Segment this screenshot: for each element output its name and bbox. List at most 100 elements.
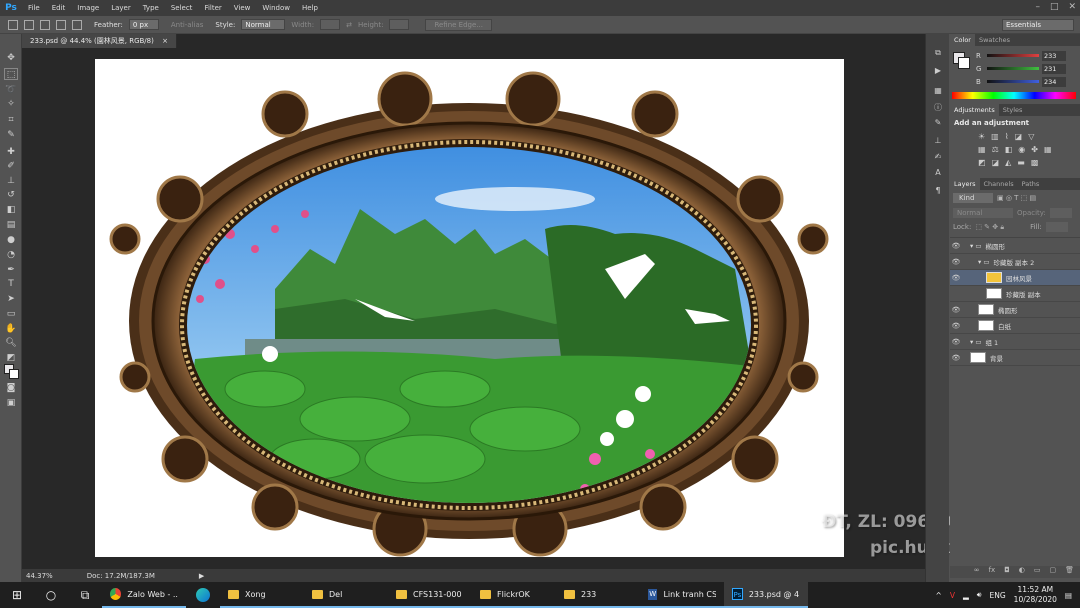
filter-pixel-icon[interactable]: ▣ ◎ T ⬚ ▤ — [997, 194, 1036, 202]
menu-filter[interactable]: Filter — [198, 0, 227, 16]
search-icon[interactable]: ○ — [34, 582, 68, 608]
layer-filter-select[interactable]: Kind — [953, 193, 993, 203]
layer-row[interactable]: 👁︎ 白纸 — [950, 318, 1080, 334]
swap-icon[interactable]: ⇄ — [346, 21, 352, 29]
menu-edit[interactable]: Edit — [46, 0, 72, 16]
clone-stamp-icon[interactable]: ⊥ — [4, 175, 18, 187]
menu-type[interactable]: Type — [137, 0, 165, 16]
visibility-eye-icon[interactable]: 👁︎ — [950, 338, 962, 346]
network-icon[interactable]: ▂ — [963, 591, 969, 600]
visibility-eye-icon[interactable]: 👁︎ — [950, 242, 962, 250]
tray-overflow-icon[interactable]: ^ — [936, 591, 942, 600]
minimize-icon[interactable]: – — [1035, 2, 1040, 12]
windows-start-icon[interactable]: ⊞ — [0, 582, 34, 608]
taskbar-app[interactable]: Zalo Web - ... — [102, 582, 186, 608]
invert-icon[interactable]: ◩ — [978, 158, 986, 167]
hue-saturation-icon[interactable]: ▦ — [978, 145, 986, 154]
tab-close-icon[interactable]: × — [162, 37, 168, 45]
history-brush-icon[interactable]: ↺ — [4, 189, 18, 201]
taskbar-app[interactable]: Ps 233.psd @ 4... — [724, 582, 808, 608]
visibility-eye-icon[interactable]: 👁︎ — [950, 258, 962, 266]
vibrance-icon[interactable]: ▽ — [1028, 132, 1034, 141]
taskbar-app[interactable] — [186, 582, 220, 608]
add-selection-icon[interactable] — [40, 19, 50, 30]
maximize-icon[interactable]: □ — [1050, 2, 1059, 12]
feather-input[interactable]: 0 px — [128, 19, 159, 30]
layer-style-icon[interactable]: fx — [989, 566, 996, 578]
document-tab[interactable]: 233.psd @ 44.4% (園林风景, RGB/8) × — [22, 34, 177, 48]
layer-row[interactable]: 👁︎ ▾ ▭ 组 1 — [950, 334, 1080, 350]
layer-mask-icon[interactable]: ◘ — [1004, 566, 1010, 578]
style-select[interactable]: Normal — [241, 19, 286, 30]
status-menu-arrow-icon[interactable]: ▶ — [199, 572, 204, 580]
menu-view[interactable]: View — [228, 0, 257, 16]
crop-tool-icon[interactable]: ⌗ — [4, 114, 18, 126]
layer-row[interactable]: 👁︎ 椭圆形 — [950, 302, 1080, 318]
volume-icon[interactable]: 🔊︎ — [977, 590, 982, 600]
paragraph-icon[interactable]: ¶ — [932, 186, 944, 197]
lasso-tool-icon[interactable]: ➰ — [4, 84, 18, 96]
shape-tool-icon[interactable]: ▭ — [4, 308, 18, 320]
clock[interactable]: 11:52 AM 10/28/2020 — [1014, 585, 1057, 605]
color-balance-icon[interactable]: ⚖ — [992, 145, 999, 154]
width-input[interactable] — [320, 19, 341, 30]
height-input[interactable] — [389, 19, 410, 30]
default-colors-icon[interactable]: ◩ — [4, 352, 18, 364]
posterize-icon[interactable]: ◪ — [992, 158, 1000, 167]
tab-channels[interactable]: Channels — [980, 178, 1018, 190]
tab-layers[interactable]: Layers — [950, 178, 980, 190]
channel-slider[interactable] — [987, 54, 1039, 57]
subtract-selection-icon[interactable] — [56, 19, 66, 30]
link-layers-icon[interactable]: ∞ — [974, 566, 980, 578]
background-color-swatch[interactable] — [9, 369, 19, 379]
channel-value-input[interactable]: 234 — [1042, 76, 1066, 87]
layer-row[interactable]: 珍藏版 副本 — [950, 286, 1080, 302]
layer-row[interactable]: 👁︎ 背景 — [950, 350, 1080, 366]
brush-presets-icon[interactable]: ✎ — [932, 118, 944, 129]
layer-row[interactable]: 👁︎ ▾ ▭ 珍藏版 副本 2 — [950, 254, 1080, 270]
channel-slider[interactable] — [987, 80, 1039, 83]
screen-mode-icon[interactable]: ▣ — [4, 397, 18, 409]
channel-value-input[interactable]: 231 — [1042, 63, 1066, 74]
taskbar-app[interactable]: Del — [304, 582, 388, 608]
tab-paths[interactable]: Paths — [1018, 178, 1044, 190]
exposure-icon[interactable]: ◪ — [1015, 132, 1023, 141]
tab-styles[interactable]: Styles — [999, 104, 1027, 116]
path-selection-icon[interactable]: ➤ — [4, 293, 18, 305]
menu-layer[interactable]: Layer — [105, 0, 137, 16]
tool-presets-icon[interactable]: ✍ — [932, 152, 944, 163]
eraser-icon[interactable]: ◧ — [4, 204, 18, 216]
pen-tool-icon[interactable]: ✒ — [4, 264, 18, 276]
zoom-level[interactable]: 44.37% — [26, 572, 53, 580]
visibility-eye-icon[interactable]: 👁︎ — [950, 274, 962, 282]
menu-help[interactable]: Help — [296, 0, 324, 16]
taskbar-app[interactable]: CFS131-000 — [388, 582, 472, 608]
marquee-preset-icon[interactable] — [8, 19, 18, 30]
lock-icons[interactable]: ⬚ ✎ ✥ 🔒︎ — [975, 223, 1004, 232]
dodge-tool-icon[interactable]: ◔ — [4, 249, 18, 261]
levels-icon[interactable]: ▥ — [991, 132, 999, 141]
curves-icon[interactable]: ⌇ — [1005, 132, 1009, 141]
group-folder-icon[interactable]: ▾ ▭ — [970, 338, 981, 346]
task-view-icon[interactable]: ⧉ — [68, 582, 102, 608]
gradient-map-icon[interactable]: ▬ — [1017, 158, 1025, 167]
menu-window[interactable]: Window — [256, 0, 296, 16]
tab-swatches[interactable]: Swatches — [975, 34, 1014, 46]
layer-row[interactable]: 👁︎ ▾ ▭ 椭圆形 — [950, 238, 1080, 254]
visibility-eye-icon[interactable]: 👁︎ — [950, 322, 962, 330]
layer-row[interactable]: 👁︎ 园林风景 — [950, 270, 1080, 286]
intersect-selection-icon[interactable] — [72, 19, 82, 30]
history-icon[interactable]: ⧉ — [932, 48, 944, 59]
black-white-icon[interactable]: ◧ — [1005, 145, 1013, 154]
taskbar-app[interactable]: W Link tranh CS... — [640, 582, 724, 608]
menu-select[interactable]: Select — [165, 0, 199, 16]
blur-tool-icon[interactable]: ● — [4, 234, 18, 246]
brush-tool-icon[interactable]: ✐ — [4, 160, 18, 172]
language-indicator[interactable]: ENG — [990, 591, 1006, 600]
marquee-tool-icon[interactable]: ⬚ — [4, 68, 18, 80]
new-layer-icon[interactable]: ▢ — [1049, 566, 1056, 578]
zoom-tool-icon[interactable]: 🔍︎ — [4, 337, 18, 349]
group-folder-icon[interactable]: ▾ ▭ — [970, 242, 981, 250]
color-lookup-icon[interactable]: ▦ — [1044, 145, 1052, 154]
type-tool-icon[interactable]: T — [4, 278, 18, 290]
